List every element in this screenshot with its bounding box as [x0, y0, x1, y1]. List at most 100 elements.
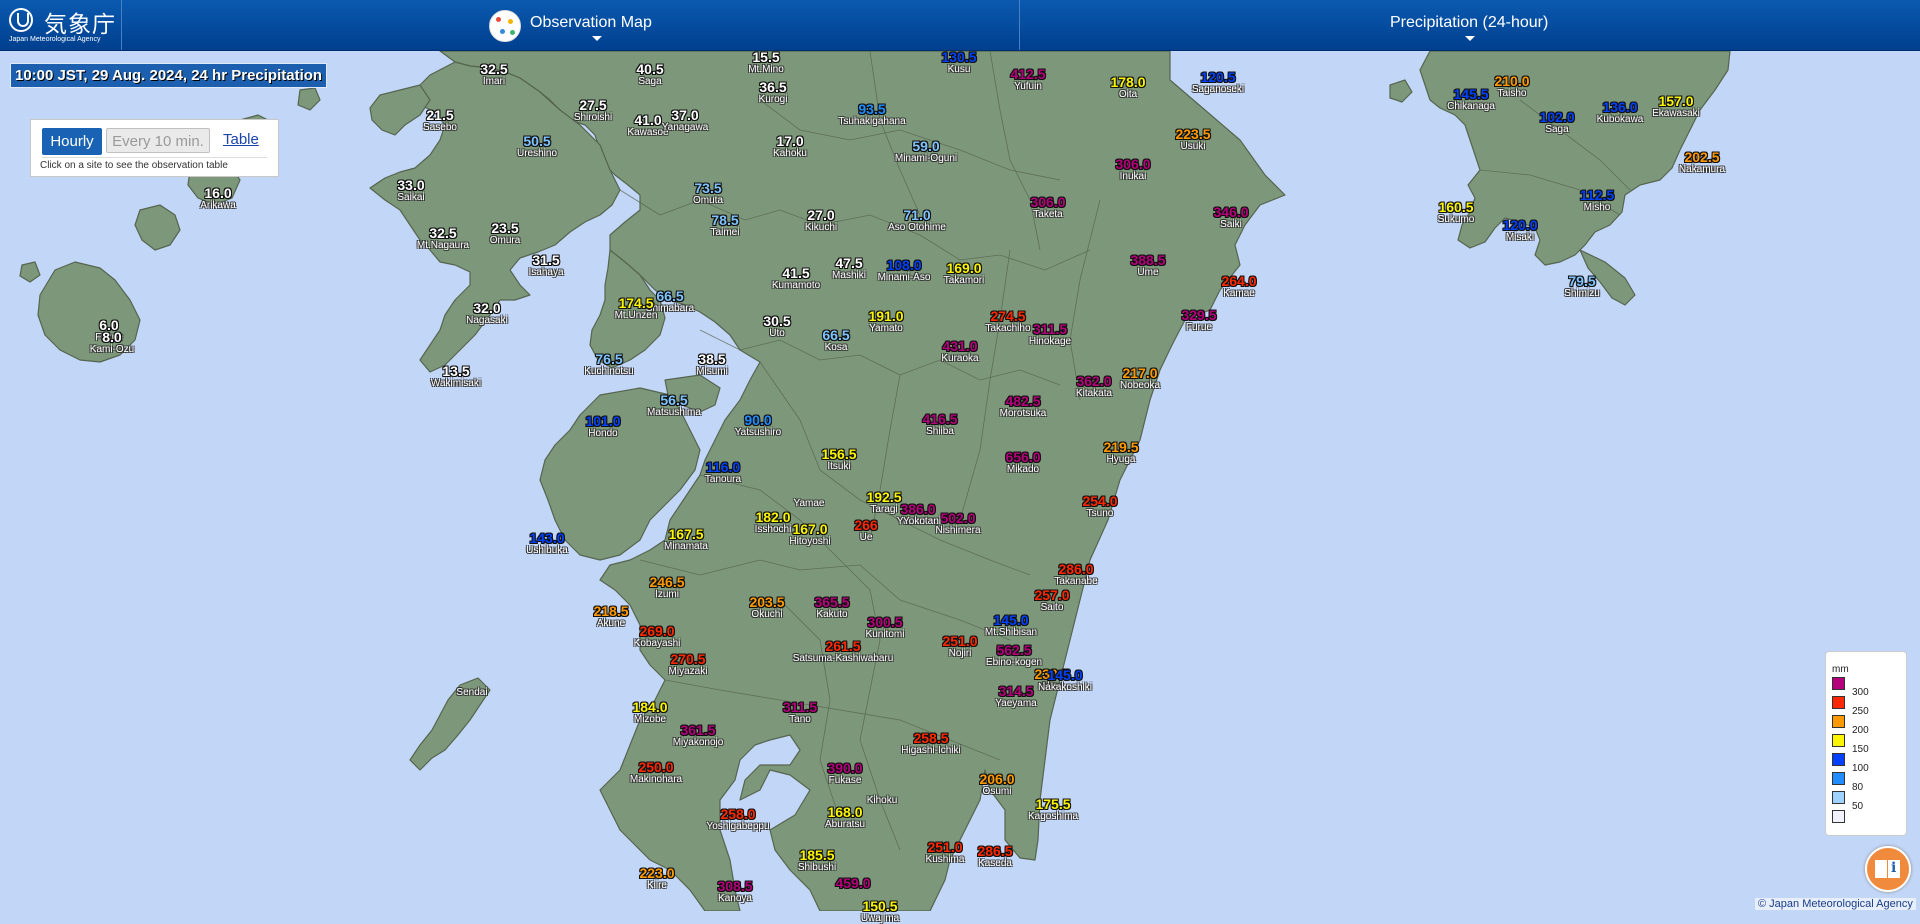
station-marker[interactable]: 79.5 Shimizu — [1564, 274, 1600, 299]
station-marker[interactable]: 178.0 Oita — [1110, 75, 1145, 100]
station-marker[interactable]: 47.5 Mashiki — [832, 256, 866, 281]
element-menu-segment[interactable]: Precipitation (24-hour) — [1020, 0, 1920, 50]
station-marker[interactable]: 31.5 Isahaya — [528, 253, 563, 278]
station-marker[interactable]: 32.0 Nagasaki — [466, 301, 508, 326]
station-marker[interactable]: 346.0 Saiki — [1213, 205, 1248, 230]
station-marker[interactable]: 206.0 Osumi — [979, 772, 1014, 797]
station-marker[interactable]: 174.5 Mt.Unzen — [615, 296, 658, 321]
station-marker[interactable]: 412.5 Yufuin — [1010, 67, 1045, 92]
station-marker[interactable]: 40.5 Saga — [636, 62, 663, 87]
station-marker[interactable]: 390.0 Fukase — [827, 761, 862, 786]
station-marker[interactable]: 16.0 Arikawa — [200, 186, 236, 211]
station-marker[interactable]: 416.5 Shiiba — [922, 412, 957, 437]
station-marker[interactable]: 157.0 Ekawasaki — [1652, 94, 1700, 119]
station-marker[interactable]: 246.5 Izumi — [649, 575, 684, 600]
station-marker[interactable]: 217.0 Nobeoka — [1120, 366, 1160, 391]
station-marker[interactable]: 41.5 Kumamoto — [772, 266, 820, 291]
station-marker[interactable]: 108.0 Minami-Aso — [878, 258, 931, 283]
station-marker[interactable]: 257.0 Saito — [1034, 588, 1069, 613]
station-marker[interactable]: 261.5 Satsuma-Kashiwabaru — [793, 639, 894, 664]
station-marker[interactable]: 191.0 Yamato — [868, 309, 903, 334]
station-marker[interactable]: 266 Ue — [854, 518, 877, 543]
station-marker[interactable]: 223.0 Kiire — [639, 866, 674, 891]
precipitation-map[interactable] — [0, 51, 1920, 911]
station-marker[interactable]: 37.0 Yanagawa — [662, 108, 709, 133]
station-marker[interactable]: 120.0 Misaki — [1502, 218, 1537, 243]
station-marker[interactable]: Kihoku — [867, 795, 898, 806]
station-marker[interactable]: 286.0 Takanabe — [1054, 562, 1097, 587]
station-marker[interactable]: 32.5 Imari — [480, 62, 507, 87]
station-marker[interactable]: 286.5 Kaseda — [977, 844, 1012, 869]
station-marker[interactable]: 17.0 Kahoku — [773, 134, 807, 159]
station-marker[interactable]: 73.5 Omuta — [693, 181, 723, 206]
guide-book-button[interactable]: i — [1865, 846, 1911, 892]
station-marker[interactable]: 202.5 Nakamura — [1679, 150, 1725, 175]
station-marker[interactable]: 264.0 Kamae — [1221, 274, 1256, 299]
station-marker[interactable]: 136.0 Kubokawa — [1597, 100, 1644, 125]
station-marker[interactable]: 223.5 Usuki — [1175, 127, 1210, 152]
table-link[interactable]: Table — [223, 131, 259, 148]
hourly-button[interactable]: Hourly — [42, 128, 102, 155]
station-marker[interactable]: Yokotani — [903, 516, 941, 527]
station-marker[interactable]: 254.0 Tsuno — [1082, 494, 1117, 519]
station-marker[interactable]: 251.0 Nojiri — [942, 634, 977, 659]
station-marker[interactable]: 362.0 Kitakata — [1076, 374, 1112, 399]
station-marker[interactable]: 116.0 Tanoura — [705, 460, 741, 485]
every-10-min-button[interactable]: Every 10 min. — [106, 128, 210, 153]
station-marker[interactable]: 361.5 Miyakonojo — [673, 723, 724, 748]
station-marker[interactable]: 210.0 Taisho — [1494, 74, 1529, 99]
station-marker[interactable]: 251.0 Kushima — [926, 840, 965, 865]
station-marker[interactable]: 93.5 Tsuhakigahana — [838, 102, 905, 127]
station-marker[interactable]: 482.5 Morotsuka — [1000, 394, 1047, 419]
station-marker[interactable]: 32.5 Mt.Nagaura — [417, 226, 469, 251]
station-marker[interactable]: 269.0 Kobayashi — [634, 624, 681, 649]
station-marker[interactable]: Sendai — [456, 687, 487, 698]
station-marker[interactable]: 300.5 Kunitomi — [866, 615, 905, 640]
station-marker[interactable]: 50.5 Ureshino — [517, 134, 557, 159]
station-marker[interactable]: 311.5 Hinokage — [1029, 322, 1071, 347]
station-marker[interactable]: 23.5 Omura — [490, 221, 521, 246]
station-marker[interactable]: 258.0 Yoshigabeppu — [706, 807, 769, 832]
station-marker[interactable]: 156.5 Itsuki — [821, 447, 856, 472]
station-marker[interactable]: 56.5 Matsushima — [647, 393, 701, 418]
station-marker[interactable]: 101.0 Hondo — [585, 414, 620, 439]
station-marker[interactable]: 130.5 Kusu — [941, 50, 976, 75]
station-marker[interactable]: 203.5 Okuchi — [749, 595, 784, 620]
station-marker[interactable]: 184.0 Mizobe — [632, 700, 667, 725]
station-marker[interactable]: 329.5 Furue — [1181, 308, 1216, 333]
station-marker[interactable]: 459.0 — [835, 876, 870, 890]
station-marker[interactable]: 27.0 Kikuchi — [805, 208, 837, 233]
station-marker[interactable]: 185.5 Shibushi — [798, 848, 836, 873]
observation-menu-segment[interactable]: Observation Map — [121, 0, 1020, 50]
station-marker[interactable]: 168.0 Aburatsu — [825, 805, 865, 830]
station-marker[interactable]: 274.5 Takachiho — [985, 309, 1030, 334]
station-marker[interactable]: 27.5 Shiroishi — [574, 98, 612, 123]
station-marker[interactable]: 33.0 Saikai — [397, 178, 424, 203]
station-marker[interactable]: 112.5 Misho — [1580, 188, 1614, 213]
station-marker[interactable]: 365.5 Kakuto — [814, 595, 849, 620]
station-marker[interactable]: 78.5 Taimei — [711, 213, 740, 238]
observation-map-menu[interactable]: Observation Map — [530, 14, 652, 32]
station-marker[interactable]: 218.5 Akune — [593, 604, 628, 629]
station-marker[interactable]: 219.5 Hyuga — [1103, 440, 1138, 465]
station-marker[interactable]: 76.5 Kuchinotsu — [584, 352, 633, 377]
station-marker[interactable]: 120.5 Saganoseki — [1192, 70, 1244, 95]
station-marker[interactable]: 656.0 Mikado — [1005, 450, 1040, 475]
station-marker[interactable]: 388.5 Ume — [1130, 253, 1165, 278]
station-marker[interactable]: 258.5 Higashi-Ichiki — [901, 731, 960, 756]
jma-logo[interactable]: 気象庁 Japan Meteorological Agency — [0, 0, 122, 50]
station-marker[interactable]: 160.5 Sukumo — [1438, 200, 1475, 225]
station-marker[interactable]: 502.0 Nishimera — [935, 511, 980, 536]
station-marker[interactable]: 102.0 Saga — [1539, 110, 1574, 135]
station-marker[interactable]: 314.5 Yaeyama — [995, 684, 1037, 709]
station-marker[interactable]: 167.0 Hitoyoshi — [789, 522, 830, 547]
station-marker[interactable]: 306.0 Taketa — [1030, 195, 1065, 220]
station-marker[interactable]: 15.5 Mt.Mino — [748, 50, 784, 75]
station-marker[interactable]: 311.5 Tano — [783, 700, 817, 725]
station-marker[interactable]: 308.5 Kanoya — [717, 879, 752, 904]
station-marker[interactable]: 66.5 Kosa — [822, 328, 849, 353]
station-marker[interactable]: 175.5 Kagoshima — [1028, 797, 1078, 822]
station-marker[interactable]: 270.5 Miyazaki — [669, 652, 708, 677]
precipitation-element-menu[interactable]: Precipitation (24-hour) — [1390, 14, 1548, 32]
station-marker[interactable]: 562.5 Ebino-kogen — [986, 643, 1042, 668]
